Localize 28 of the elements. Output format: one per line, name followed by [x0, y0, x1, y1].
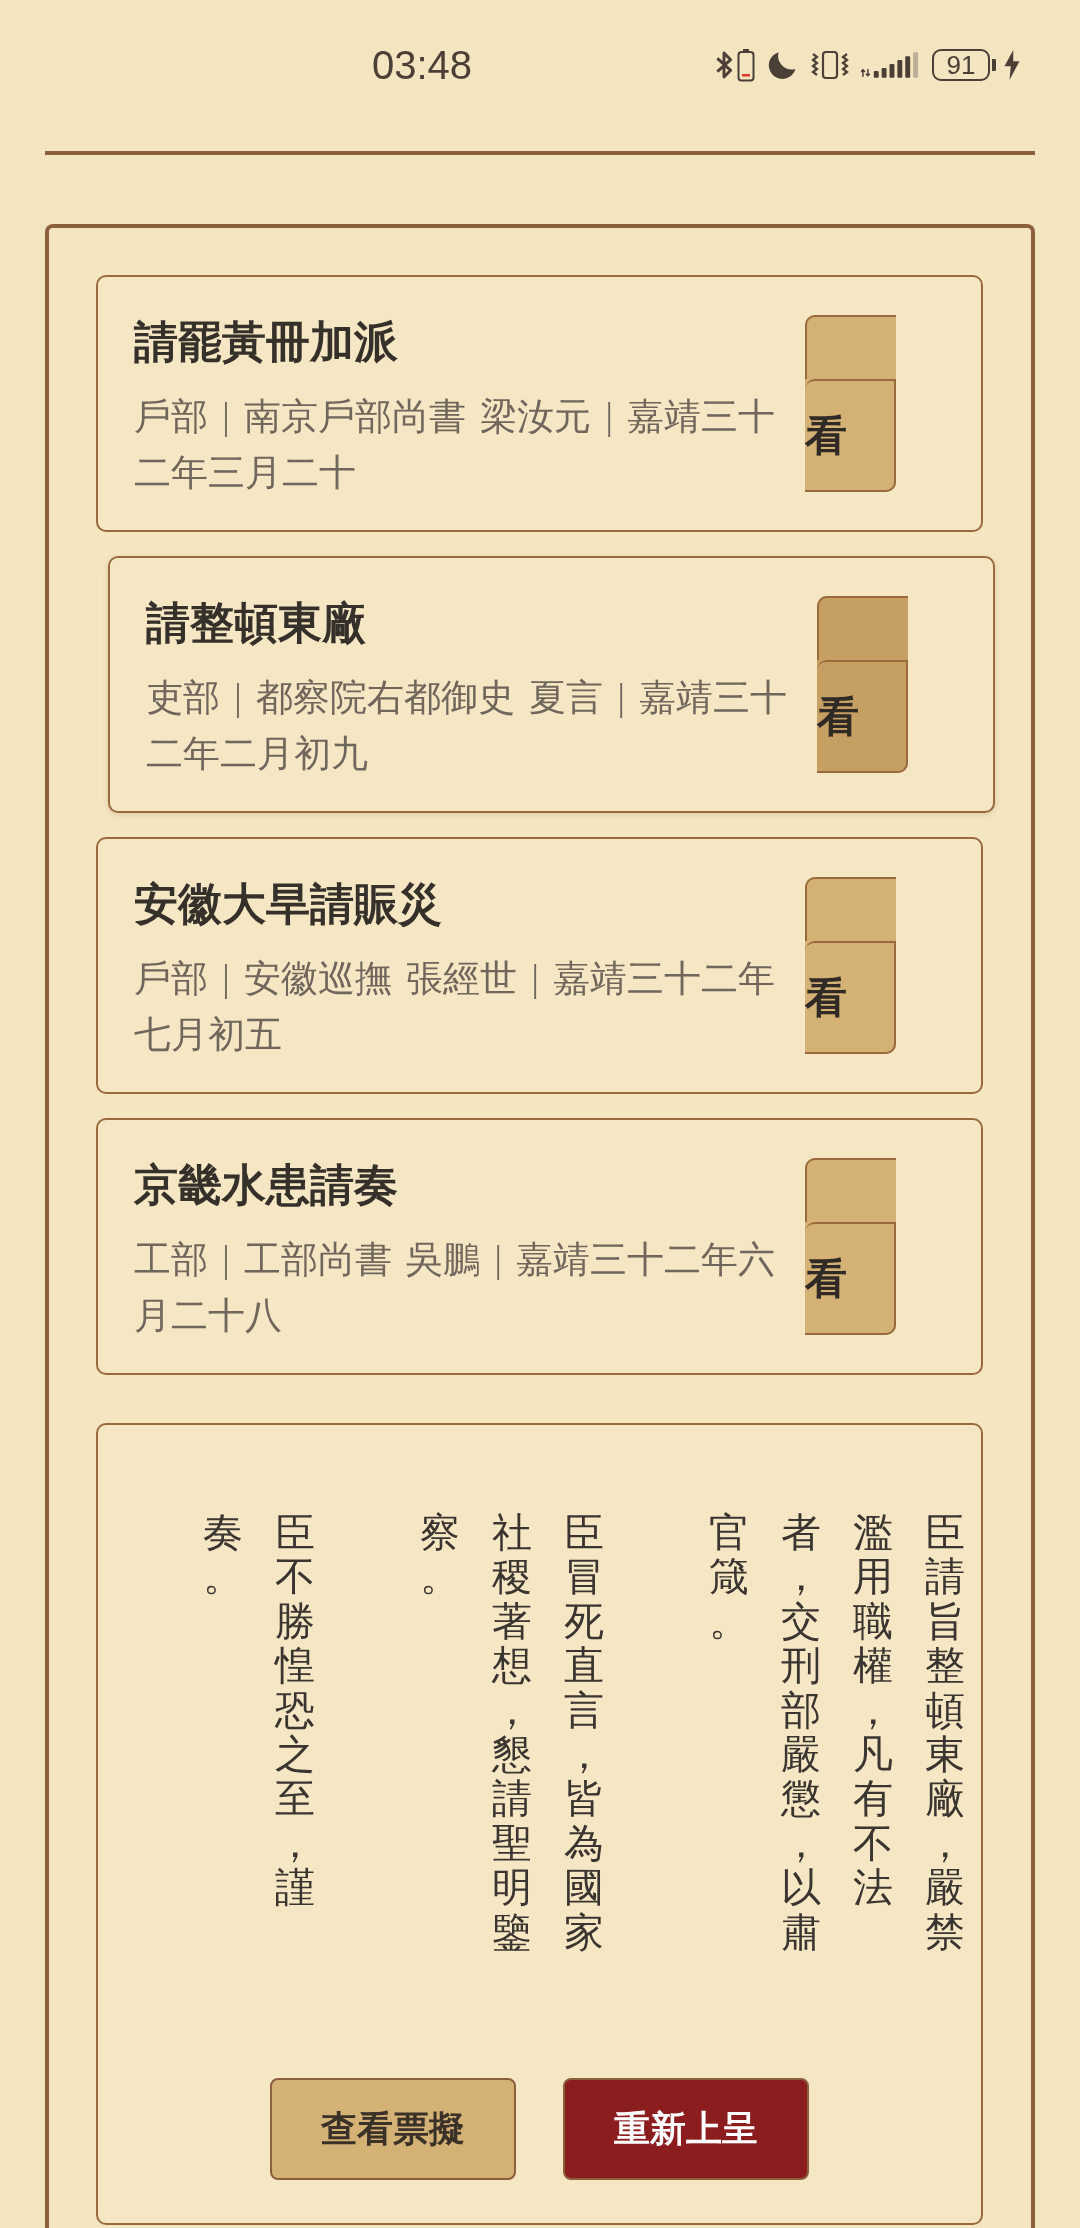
view-draft-button[interactable]: 查看票擬 [270, 2078, 516, 2180]
memorial-title: 安徽大旱請賑災 [134, 879, 443, 931]
small-battery-icon [737, 48, 755, 82]
memorial-paragraph: 官箴。 者，交刑部嚴懲，以肅 濫用職權，凡有不法 臣請旨整頓東廠，嚴禁 [709, 1511, 965, 1955]
view-button[interactable]: 看 [805, 315, 896, 492]
vibrate-icon [810, 50, 850, 80]
memorial-details: 戶部 | 安徽巡撫 張經世 | 嘉靖三十二年七月初五 [134, 957, 777, 1057]
memorial-title: 請整頓東廠 [146, 598, 367, 650]
signal-icon [861, 51, 920, 79]
memorial-card[interactable]: 請罷黃冊加派 戶部 | 南京戶部尚書 梁汝元 | 嘉靖三十二年三月二十 看 [96, 275, 983, 532]
memorial-paragraph: 察。 社稷著想，懇請聖明鑒 臣冒死直言，皆為國家 [420, 1511, 604, 1955]
memorial-title: 京畿水患請奏 [134, 1160, 399, 1212]
view-button[interactable]: 看 [805, 1158, 896, 1335]
memorial-card[interactable]: 安徽大旱請賑災 戶部 | 安徽巡撫 張經世 | 嘉靖三十二年七月初五 看 [96, 837, 983, 1094]
memorial-details: 工部 | 工部尚書 吳鵬 | 嘉靖三十二年六月二十八 [134, 1238, 777, 1338]
bluetooth-icon [714, 49, 734, 81]
resubmit-button[interactable]: 重新上呈 [563, 2078, 809, 2180]
memorial-card[interactable]: 京畿水患請奏 工部 | 工部尚書 吳鵬 | 嘉靖三十二年六月二十八 看 [96, 1118, 983, 1375]
view-button[interactable]: 看 [805, 877, 896, 1054]
memorial-card[interactable]: 請整頓東廠 吏部 | 都察院右都御史 夏言 | 嘉靖三十二年二月初九 看 [108, 556, 995, 813]
memorial-paragraph: 奏。 臣不勝惶恐之至，謹 [203, 1511, 315, 1911]
status-time: 03:48 [372, 45, 473, 85]
battery-indicator: 91 [932, 49, 996, 81]
view-button[interactable]: 看 [817, 596, 908, 773]
memorial-details: 吏部 | 都察院右都御史 夏言 | 嘉靖三十二年二月初九 [146, 676, 789, 776]
charging-icon [1004, 50, 1020, 80]
memorial-details: 戶部 | 南京戶部尚書 梁汝元 | 嘉靖三十二年三月二十 [134, 395, 777, 495]
memorial-title: 請罷黃冊加派 [134, 317, 399, 369]
